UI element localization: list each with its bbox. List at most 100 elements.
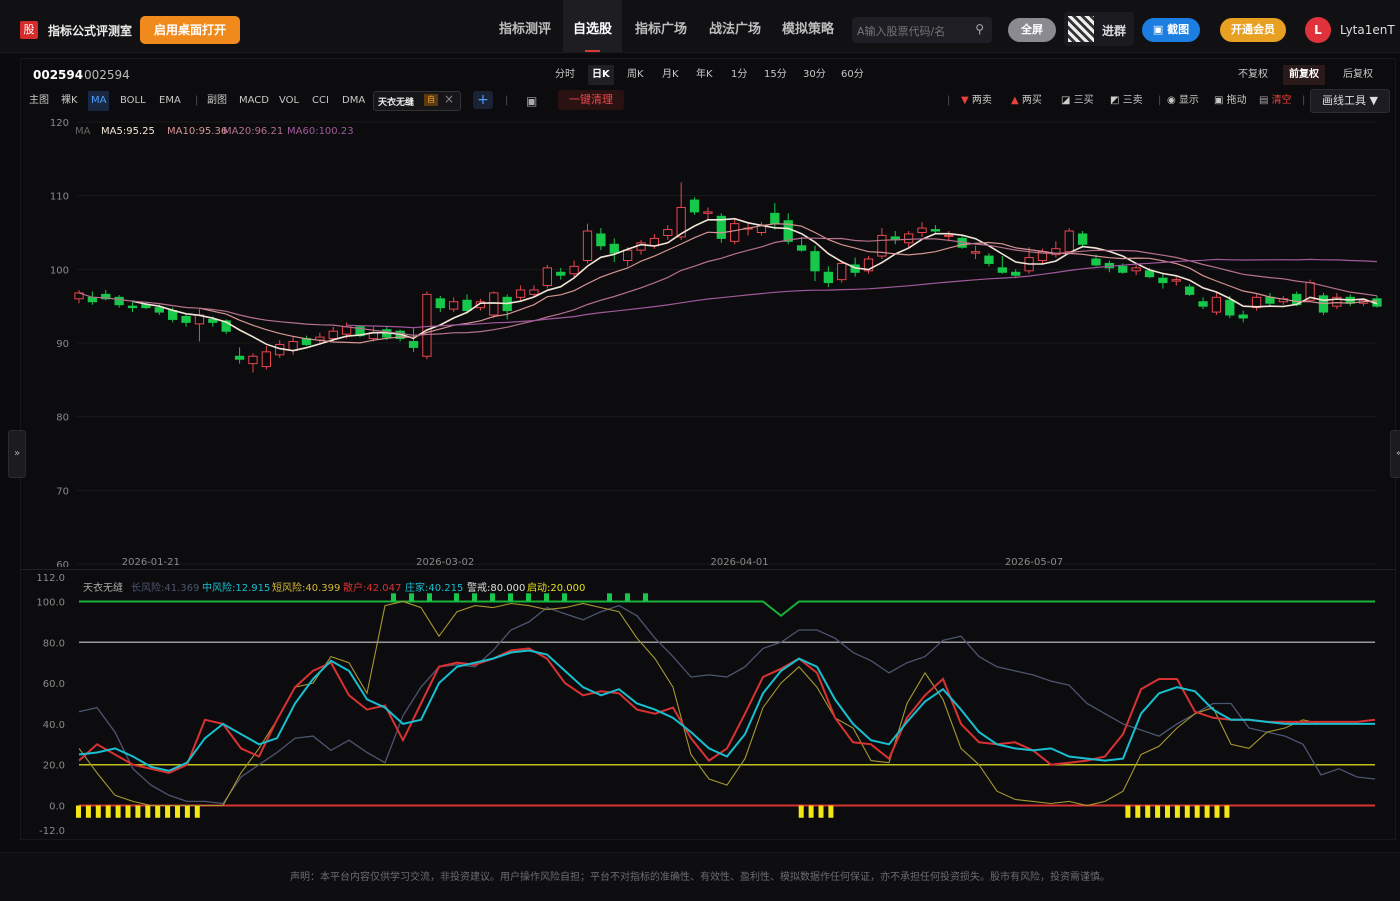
tool-ema[interactable]: EMA [159, 91, 181, 111]
bottom-signal-bar [1184, 805, 1190, 818]
risk-indicator-chart[interactable]: 112.0 100.0 80.0 60.0 40.0 20.0 0.0 -12.0 天衣无缝 长风… [21, 569, 1395, 837]
y-axis-tick-label: 120 [50, 118, 69, 129]
tool-ma[interactable]: MA [88, 91, 110, 111]
tool-naked-k[interactable]: 裸K [61, 91, 78, 111]
tool-clear[interactable]: ▤ 清空 [1259, 91, 1292, 111]
left-panel-toggle[interactable]: » [8, 430, 26, 478]
join-group-label: 进群 [1102, 24, 1127, 38]
period-tab-weekly[interactable]: 周K [623, 65, 648, 85]
adjust-none[interactable]: 不复权 [1232, 65, 1274, 85]
draw-tool-dropdown[interactable]: 画线工具 ▼ [1310, 89, 1390, 113]
period-tab-monthly[interactable]: 月K [658, 65, 683, 85]
indicator-tag[interactable]: 天衣无缝 自 × [373, 91, 461, 111]
sub-legend-item: 启动:20.000 [527, 581, 585, 594]
period-tab-yearly[interactable]: 年K [692, 65, 717, 85]
candlestick-chart[interactable]: 12011010090807060MA MA5:95.25 MA10:95.36MA… [21, 117, 1395, 567]
candle-down [930, 229, 941, 232]
footer-disclaimer: 声明：本平台内容仅供学习交流，非投资建议。用户操作风险自担；平台不对指标的准确性… [290, 872, 1110, 883]
adjust-backward[interactable]: 后复权 [1337, 65, 1379, 85]
adjust-forward[interactable]: 前复权 [1283, 65, 1325, 85]
search-icon[interactable]: ⚲ [975, 22, 984, 36]
toolbar-separator: | [195, 95, 199, 106]
vip-button[interactable]: 开通会员 [1220, 18, 1286, 42]
ma-legend-item: MA5:95.25 [101, 126, 155, 137]
username[interactable]: Lyta1enT [1340, 23, 1395, 37]
tool-drag[interactable]: ▣ 拖动 [1214, 91, 1247, 111]
candle-down [1265, 296, 1275, 304]
period-tab-daily[interactable]: 日K [588, 65, 614, 85]
top-signal-bar [391, 593, 396, 602]
candle-down [114, 296, 124, 306]
up-triangle-icon: ▲ [1011, 95, 1019, 106]
top-signal-bar [643, 593, 648, 602]
screenshot-button[interactable]: ▣ 截图 [1142, 18, 1200, 42]
period-tab-60min[interactable]: 60分 [837, 65, 868, 85]
candle-up [1064, 230, 1074, 253]
ma5-line [132, 217, 1378, 352]
y-axis-tick-label: 70 [56, 486, 69, 497]
candle-down [462, 299, 472, 312]
tool-show[interactable]: ◉ 显示 [1167, 91, 1199, 111]
tool-vol[interactable]: VOL [279, 91, 299, 111]
bottom-signal-bar [1135, 805, 1141, 818]
nav-item-tactics-square[interactable]: 战法广场 [704, 0, 766, 52]
chart-panel: 002594 002594 分时 日K 周K 月K 年K 1分 15分 30分 … [20, 58, 1396, 840]
toolbar-separator: | [505, 95, 509, 106]
sub-y-axis-tick-label: 60.0 [43, 679, 65, 690]
nav-item-indicator-square[interactable]: 指标广场 [630, 0, 692, 52]
nav-item-watchlist[interactable]: 自选股 [563, 0, 622, 52]
tool-drag-label: 拖动 [1226, 95, 1247, 106]
tool-cci[interactable]: CCI [312, 91, 329, 111]
tool-three-buy[interactable]: ◪ 三买 [1061, 91, 1094, 111]
bottom-signal-bar [85, 805, 91, 818]
sub-y-axis-tick-label: 80.0 [43, 638, 65, 649]
candle-up [529, 289, 539, 295]
fullscreen-button[interactable]: 全屏 [1008, 18, 1056, 42]
bottom-signal-bar [115, 805, 121, 818]
save-icon[interactable]: ▣ [526, 91, 537, 111]
tool-boll[interactable]: BOLL [120, 91, 146, 111]
nav-item-sim-strategy[interactable]: 模拟策略 [777, 0, 839, 52]
ma-legend-item: MA20:96.21 [223, 126, 283, 137]
period-tab-intraday[interactable]: 分时 [551, 65, 579, 85]
tool-sub-chart[interactable]: 副图 [207, 91, 227, 111]
nav-item-indicator-review[interactable]: 指标测评 [494, 0, 556, 52]
tool-main-chart[interactable]: 主图 [29, 91, 49, 111]
footer: 声明：本平台内容仅供学习交流，非投资建议。用户操作风险自担；平台不对指标的准确性… [0, 852, 1400, 901]
period-tab-15min[interactable]: 15分 [760, 65, 791, 85]
candle-down [1238, 314, 1248, 319]
search-input[interactable] [852, 17, 971, 45]
candle-up [944, 234, 954, 237]
risk-series-line [78, 600, 1375, 807]
avatar[interactable]: L [1305, 17, 1331, 43]
tool-three-sell[interactable]: ◩ 三卖 [1110, 91, 1143, 111]
sub-legend-title: 天衣无缝 [83, 581, 123, 594]
candle-down [1118, 265, 1128, 273]
candle-down [596, 233, 606, 247]
add-indicator-button[interactable]: + [473, 91, 493, 109]
candle-up [730, 223, 740, 242]
y-axis-tick-label: 80 [56, 413, 69, 424]
tool-two-sell[interactable]: ▼ 两卖 [961, 91, 992, 111]
sub-legend-item: 短风险:40.399 [272, 581, 340, 594]
top-signal-bar [490, 593, 495, 602]
candle-up [489, 292, 499, 316]
tool-dma[interactable]: DMA [342, 91, 365, 111]
bottom-signal-bar [1224, 805, 1230, 818]
top-signal-bar [409, 593, 414, 602]
search-box[interactable]: ⚲ [852, 17, 992, 45]
tool-macd[interactable]: MACD [239, 91, 269, 111]
period-tab-1min[interactable]: 1分 [727, 65, 751, 85]
open-desktop-button[interactable]: 启用桌面打开 [140, 16, 240, 44]
close-icon[interactable]: × [444, 92, 454, 106]
bottom-signal-bar [1155, 805, 1161, 818]
period-tab-30min[interactable]: 30分 [799, 65, 830, 85]
join-group-button[interactable]: 进群 [1064, 12, 1134, 46]
candle-down [1225, 299, 1235, 316]
clear-all-button[interactable]: 一键清理 [558, 90, 624, 110]
right-panel-toggle[interactable]: « [1390, 430, 1400, 478]
top-signal-bar [427, 593, 432, 602]
tool-two-buy[interactable]: ▲ 两买 [1011, 91, 1042, 111]
tool-two-sell-label: 两卖 [971, 95, 992, 106]
risk-series-line [78, 604, 1376, 805]
